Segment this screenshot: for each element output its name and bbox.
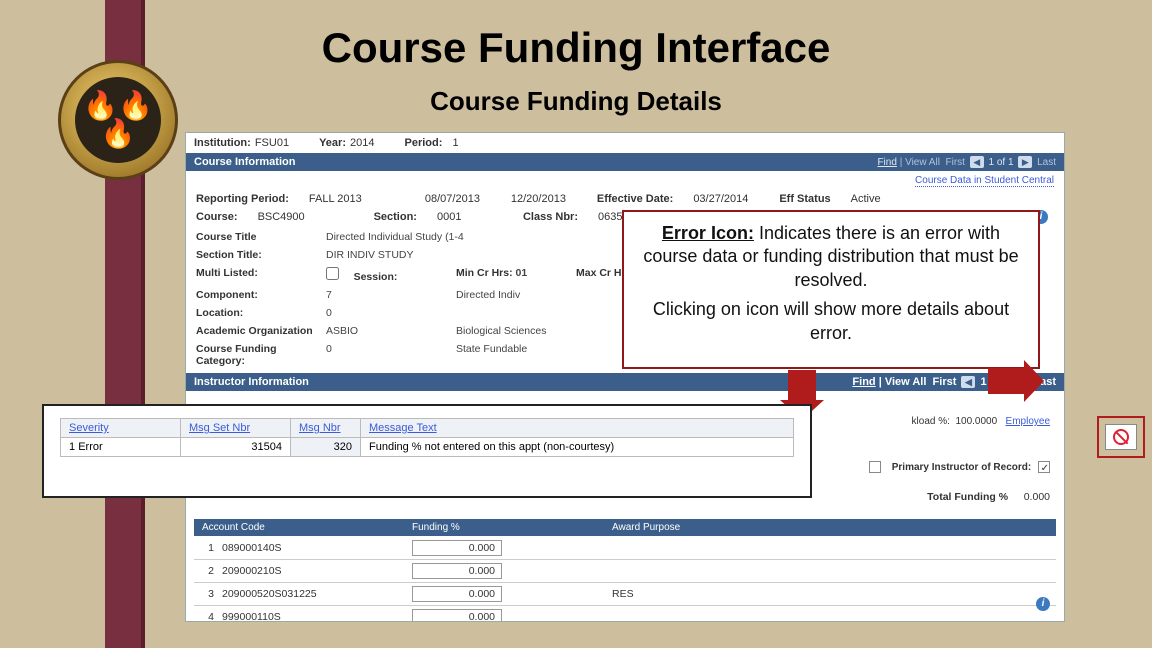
total-funding-row: Total Funding % 0.000 <box>927 491 1050 503</box>
col-severity[interactable]: Severity <box>61 419 181 438</box>
course-info-header: Course Information Find | View All First… <box>186 153 1064 171</box>
term-end-date: 12/20/2013 <box>511 193 581 205</box>
component-label: Component: <box>196 289 326 301</box>
error-icon-button[interactable] <box>1105 424 1137 450</box>
eff-date-label: Effective Date: <box>597 193 673 205</box>
context-bar: Institution: FSU01 Year: 2014 Period: 1 <box>186 133 1064 153</box>
component-value: 7 <box>326 289 456 301</box>
funding-pct-input[interactable]: 0.000 <box>412 609 502 622</box>
course-value: BSC4900 <box>258 211 358 223</box>
unknown-checkbox[interactable] <box>869 461 881 473</box>
find-link[interactable]: Find <box>877 157 896 168</box>
classnbr-label: Class Nbr: <box>523 211 578 223</box>
employee-link[interactable]: Employee <box>1006 416 1050 427</box>
viewall-link-2: View All <box>885 376 927 388</box>
section-value: 0001 <box>437 211 507 223</box>
institution-label: Institution: <box>194 137 251 149</box>
first-link-2: First <box>933 376 957 388</box>
page-count: 1 of 1 <box>989 157 1014 168</box>
eff-status-label: Eff Status <box>779 193 830 205</box>
app-screenshot: Institution: FSU01 Year: 2014 Period: 1 Co… <box>185 132 1065 622</box>
slide-subtitle: Course Funding Details <box>0 86 1152 117</box>
eff-date-value: 03/27/2014 <box>693 193 763 205</box>
acadorg-value: ASBIO <box>326 325 456 337</box>
course-label: Course: <box>196 211 238 223</box>
university-seal: 🔥🔥🔥 <box>58 60 178 180</box>
error-detail-popup: Severity Msg Set Nbr Msg Nbr Message Tex… <box>42 404 812 498</box>
funding-pct-input[interactable]: 0.000 <box>412 540 502 556</box>
account-table-body: 1089000140S0.000 2209000210S0.000 320900… <box>194 537 1056 622</box>
period-value: 1 <box>453 137 459 149</box>
find-link-2[interactable]: Find <box>852 376 875 388</box>
account-row: 4999000110S0.000 <box>194 606 1056 622</box>
period-label: Period: <box>404 137 442 149</box>
last-link: Last <box>1037 157 1056 168</box>
term-start-date: 08/07/2013 <box>425 193 495 205</box>
mincr-label: Min Cr Hrs: <box>456 267 513 279</box>
account-row: 1089000140S0.000 <box>194 537 1056 560</box>
year-value: 2014 <box>350 137 374 149</box>
mincr-value: 01 <box>516 267 528 279</box>
reporting-period-label: Reporting Period: <box>196 193 289 205</box>
course-data-link-row: Course Data in Student Central <box>186 171 1064 189</box>
total-funding-value: 0.000 <box>1024 491 1050 503</box>
error-message-table: Severity Msg Set Nbr Msg Nbr Message Tex… <box>60 418 794 457</box>
instructor-info-title: Instructor Information <box>194 376 309 388</box>
primary-instructor-checkbox[interactable] <box>1038 461 1050 473</box>
first-link: First <box>945 157 964 168</box>
reporting-period-row: Reporting Period: FALL 2013 08/07/2013 1… <box>186 189 1064 207</box>
acct-col-pct: Funding % <box>412 522 612 533</box>
viewall-link: View All <box>905 157 940 168</box>
primary-instructor-label: Primary Instructor of Record: <box>892 462 1031 473</box>
course-info-title: Course Information <box>194 156 295 168</box>
funding-pct-input[interactable]: 0.000 <box>412 563 502 579</box>
location-label: Location: <box>196 307 326 319</box>
reporting-period-value: FALL 2013 <box>309 193 409 205</box>
account-table-header: Account Code Funding % Award Purpose <box>194 519 1056 536</box>
col-msgnbr[interactable]: Msg Nbr <box>291 419 361 438</box>
year-label: Year: <box>319 137 346 149</box>
slide-title: Course Funding Interface <box>0 24 1152 72</box>
funding-pct-input[interactable]: 0.000 <box>412 586 502 602</box>
acct-col-code: Account Code <box>202 522 412 533</box>
course-title-label: Course Title <box>196 231 326 243</box>
callout-title: Error Icon: <box>662 223 754 243</box>
prev-page-button[interactable]: ◀ <box>970 156 984 168</box>
location-value: 0 <box>326 307 456 319</box>
fundcat-desc: State Fundable <box>456 343 576 367</box>
section-label: Section: <box>374 211 417 223</box>
eff-status-value: Active <box>851 193 881 205</box>
instructor-right-stub: kload %: 100.0000 Employee Primary Instr… <box>869 413 1050 477</box>
section-title-label: Section Title: <box>196 249 326 261</box>
acct-col-purpose: Award Purpose <box>612 522 680 533</box>
account-row: 2209000210S0.000 <box>194 560 1056 583</box>
multilisted-checkbox[interactable] <box>326 267 339 280</box>
component-desc: Directed Indiv <box>456 289 576 301</box>
instructor-info-header: Instructor Information Find | View All F… <box>186 373 1064 391</box>
acadorg-label: Academic Organization <box>196 325 326 337</box>
course-data-link[interactable]: Course Data in Student Central <box>915 175 1054 187</box>
session-label: Session: <box>354 271 398 283</box>
callout-body-2: Clicking on icon will show more details … <box>638 298 1024 345</box>
account-row: 3209000520S0312250.000RES <box>194 583 1056 606</box>
info-icon[interactable]: i <box>1036 597 1050 611</box>
total-funding-label: Total Funding % <box>927 491 1008 503</box>
callout-box: Error Icon: Indicates there is an error … <box>622 210 1040 369</box>
fundcat-value: 0 <box>326 343 456 367</box>
fundcat-label: Course Funding Category: <box>196 343 326 367</box>
col-msgtext[interactable]: Message Text <box>361 419 794 438</box>
error-message-row: 1 Error 31504 320 Funding % not entered … <box>61 438 794 457</box>
arrow-down-icon <box>788 370 816 400</box>
acadorg-desc: Biological Sciences <box>456 325 576 337</box>
workload-value: 100.0000 <box>955 416 997 427</box>
arrow-right-icon <box>988 368 1024 394</box>
workload-label: kload %: <box>912 416 950 427</box>
multilisted-label: Multi Listed: <box>196 267 326 283</box>
next-page-button[interactable]: ▶ <box>1018 156 1032 168</box>
institution-value: FSU01 <box>255 137 289 149</box>
prev-page-button-2[interactable]: ◀ <box>961 376 975 388</box>
col-msgset[interactable]: Msg Set Nbr <box>181 419 291 438</box>
error-icon <box>1113 429 1129 445</box>
